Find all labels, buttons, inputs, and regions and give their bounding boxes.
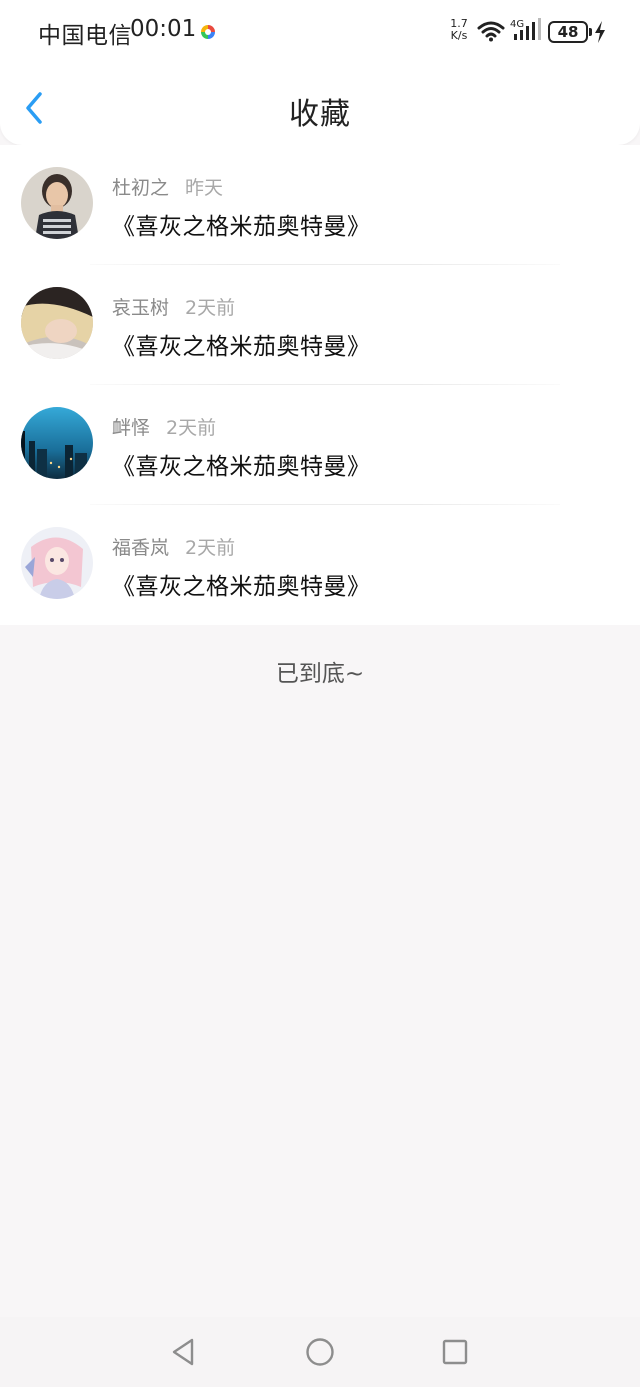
avatar-photo-city <box>21 407 93 479</box>
list-item[interactable]: 哀玉树 2天前 《喜灰之格米茄奥特曼》 <box>0 265 640 385</box>
author-name: 福香岚 <box>112 537 170 559</box>
status-bar: 中国电信 00:01 1.7 K/s 4G 48 <box>0 0 640 64</box>
item-title[interactable]: 《喜灰之格米茄奥特曼》 <box>112 447 371 481</box>
avatar[interactable] <box>21 287 93 359</box>
battery-tip <box>589 28 592 36</box>
avatar[interactable] <box>21 527 93 599</box>
item-time: 2天前 <box>166 417 217 439</box>
item-meta: 杜初之 昨天 <box>112 173 223 200</box>
author-name: 哀玉树 <box>112 297 170 319</box>
avatar[interactable] <box>21 167 93 239</box>
avatar-photo-anime <box>21 527 93 599</box>
net-speed-unit: K/s <box>450 29 468 42</box>
back-triangle-icon[interactable] <box>166 1335 200 1369</box>
item-title[interactable]: 《喜灰之格米茄奥特曼》 <box>112 327 371 361</box>
item-meta: 福香岚 2天前 <box>112 533 235 560</box>
author-name: 杜初之 <box>112 177 170 199</box>
item-meta: 哀玉树 2天前 <box>112 293 235 320</box>
item-title[interactable]: 《喜灰之格米茄奥特曼》 <box>112 567 371 601</box>
favorites-list: 杜初之 昨天 《喜灰之格米茄奥特曼》 哀玉树 2天前 《喜灰之格米茄奥特曼》 衅… <box>0 145 640 625</box>
header: 中国电信 00:01 1.7 K/s 4G 48 收藏 <box>0 0 640 145</box>
item-meta: 衅怿 2天前 <box>112 413 216 440</box>
battery-level: 48 <box>557 23 579 41</box>
system-nav-bar <box>0 1317 640 1387</box>
favorites-screen: 中国电信 00:01 1.7 K/s 4G 48 收藏 杜初之 昨天 《喜灰之格… <box>0 0 640 1387</box>
charging-bolt-icon <box>595 21 605 43</box>
author-name: 衅怿 <box>112 417 151 439</box>
recents-square-icon[interactable] <box>438 1335 472 1369</box>
wifi-icon <box>477 21 505 42</box>
item-title[interactable]: 《喜灰之格米茄奥特曼》 <box>112 207 371 241</box>
item-time: 2天前 <box>185 537 236 559</box>
page-title: 收藏 <box>289 97 351 132</box>
avatar-photo-blonde <box>21 287 93 359</box>
end-of-list-text: 已到底~ <box>275 661 365 687</box>
battery-icon: 48 <box>548 21 588 43</box>
item-time: 昨天 <box>185 177 224 199</box>
list-item[interactable]: 福香岚 2天前 《喜灰之格米茄奥特曼》 <box>0 505 640 625</box>
item-time: 2天前 <box>185 297 236 319</box>
status-time: 00:01 <box>130 16 197 42</box>
network-type-label: 4G <box>510 19 524 30</box>
app-notification-icon <box>201 25 215 39</box>
carrier-name: 中国电信 <box>38 23 132 49</box>
avatar[interactable] <box>21 407 93 479</box>
avatar-photo-person <box>21 167 93 239</box>
net-speed: 1.7 K/s <box>446 18 472 42</box>
nav-bar: 收藏 <box>0 64 640 145</box>
signal-icon: 4G <box>510 18 541 40</box>
list-item[interactable]: 杜初之 昨天 《喜灰之格米茄奥特曼》 <box>0 145 640 265</box>
list-item[interactable]: 衅怿 2天前 《喜灰之格米茄奥特曼》 <box>0 385 640 505</box>
home-circle-icon[interactable] <box>303 1335 337 1369</box>
